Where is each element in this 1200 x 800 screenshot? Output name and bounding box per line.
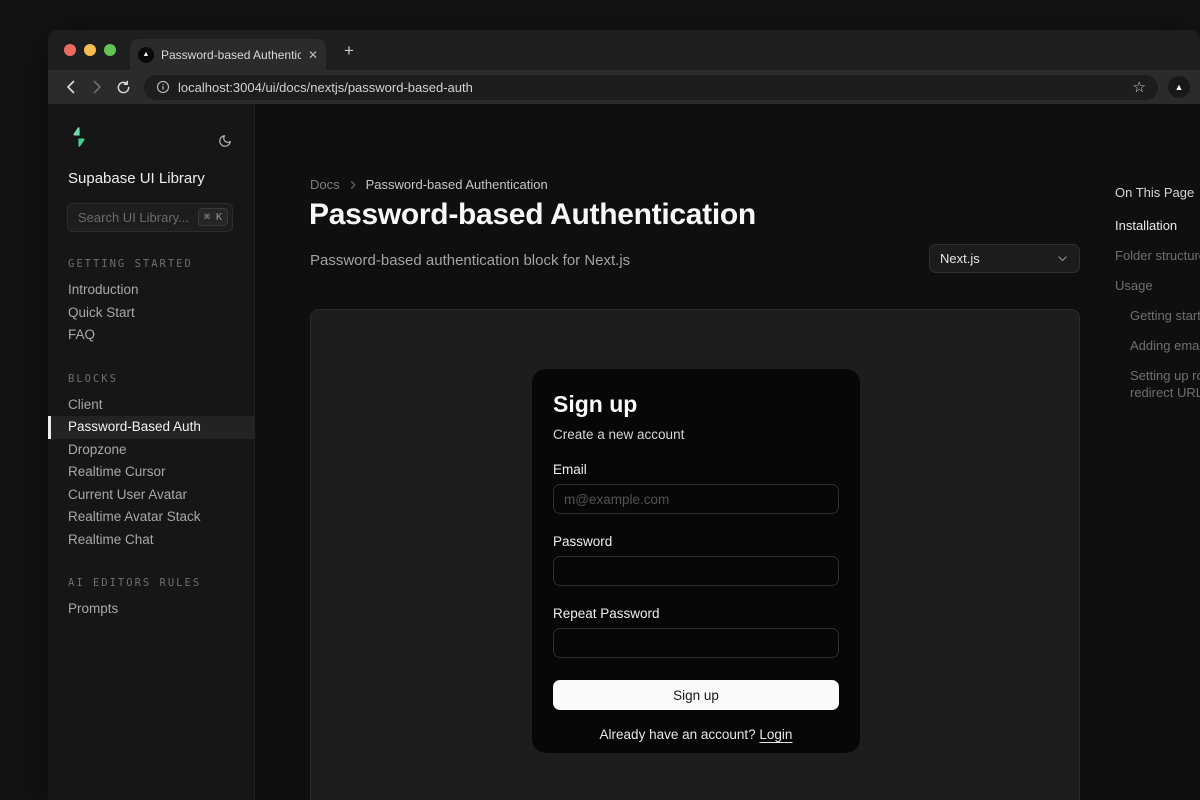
bookmark-star-icon[interactable]: ☆: [1133, 80, 1146, 95]
sidebar-title: Supabase UI Library: [48, 170, 254, 187]
sidebar-item-realtime-avatar-stack[interactable]: Realtime Avatar Stack: [48, 506, 254, 529]
tab-title: Password-based Authentication: [161, 48, 301, 62]
framework-select-value: Next.js: [940, 251, 980, 266]
toc-title: On This Page: [1115, 185, 1200, 200]
supabase-logo-icon[interactable]: [68, 126, 90, 148]
arrow-right-icon: [89, 79, 105, 95]
footer-text: Already have an account?: [600, 727, 760, 742]
nav-section-ai-editors-rules: AI EDITORS RULES Prompts: [48, 577, 254, 621]
nav-section-header: AI EDITORS RULES: [48, 577, 254, 589]
signup-card-footer: Already have an account? Login: [553, 727, 839, 742]
toc-item-folder-structure[interactable]: Folder structure: [1115, 247, 1200, 264]
url-text: localhost:3004/ui/docs/nextjs/password-b…: [178, 80, 1125, 95]
sidebar-item-password-based-auth[interactable]: Password-Based Auth: [48, 416, 254, 439]
signup-card-title: Sign up: [553, 391, 839, 418]
page-title: Password-based Authentication: [309, 198, 756, 232]
sidebar-item-realtime-cursor[interactable]: Realtime Cursor: [48, 461, 254, 484]
url-bar[interactable]: localhost:3004/ui/docs/nextjs/password-b…: [144, 75, 1158, 100]
framework-select[interactable]: Next.js: [929, 244, 1080, 273]
signup-submit-button[interactable]: Sign up: [553, 680, 839, 710]
signup-card-subtitle: Create a new account: [553, 427, 839, 442]
browser-tab[interactable]: ▲ Password-based Authentication ✕: [130, 39, 326, 70]
nav-section-blocks: BLOCKS Client Password-Based Auth Dropzo…: [48, 373, 254, 552]
toc-item-usage[interactable]: Usage: [1115, 277, 1200, 294]
sidebar-item-client[interactable]: Client: [48, 394, 254, 417]
tab-strip: ▲ Password-based Authentication ✕ +: [48, 30, 1200, 70]
toc-item-getting-started[interactable]: Getting started: [1130, 307, 1200, 324]
maximize-window-button[interactable]: [104, 44, 116, 56]
minimize-window-button[interactable]: [84, 44, 96, 56]
reload-button[interactable]: [110, 74, 136, 100]
sidebar-item-dropzone[interactable]: Dropzone: [48, 439, 254, 462]
page-viewport: Supabase UI Library ⌘ K GETTING STARTED …: [48, 104, 1200, 800]
reload-icon: [116, 80, 131, 95]
toc-item-redirect-urls[interactable]: Setting up routes and redirect URLs: [1130, 367, 1200, 401]
page-subtitle: Password-based authentication block for …: [310, 252, 630, 269]
chevron-right-icon: [347, 179, 359, 191]
browser-toolbar: localhost:3004/ui/docs/nextjs/password-b…: [48, 70, 1200, 104]
component-preview-panel: Sign up Create a new account Email Passw…: [310, 309, 1080, 800]
toc-item-installation[interactable]: Installation: [1115, 217, 1200, 234]
theme-toggle-moon-icon[interactable]: [218, 134, 232, 148]
nav-section-header: BLOCKS: [48, 373, 254, 385]
login-link[interactable]: Login: [759, 727, 792, 742]
main-content: Docs Password-based Authentication Passw…: [255, 104, 1200, 800]
forward-button[interactable]: [84, 74, 110, 100]
email-field-group: Email: [553, 462, 839, 514]
password-label: Password: [553, 534, 839, 549]
sidebar-item-prompts[interactable]: Prompts: [48, 598, 254, 621]
breadcrumb: Docs Password-based Authentication: [310, 177, 548, 192]
sidebar-item-realtime-chat[interactable]: Realtime Chat: [48, 529, 254, 552]
back-button[interactable]: [58, 74, 84, 100]
sidebar: Supabase UI Library ⌘ K GETTING STARTED …: [48, 104, 255, 800]
browser-window: ▲ Password-based Authentication ✕ + loca…: [48, 30, 1200, 800]
search-shortcut-badge: ⌘ K: [198, 208, 228, 226]
sidebar-item-introduction[interactable]: Introduction: [48, 279, 254, 302]
sidebar-item-faq[interactable]: FAQ: [48, 324, 254, 347]
password-field-group: Password: [553, 534, 839, 586]
email-input[interactable]: [553, 484, 839, 514]
profile-avatar[interactable]: ▲: [1168, 76, 1190, 98]
chevron-down-icon: [1056, 252, 1069, 265]
repeat-password-field-group: Repeat Password: [553, 606, 839, 658]
repeat-password-label: Repeat Password: [553, 606, 839, 621]
sidebar-item-quick-start[interactable]: Quick Start: [48, 302, 254, 325]
repeat-password-input[interactable]: [553, 628, 839, 658]
on-this-page-nav: On This Page Installation Folder structu…: [1115, 185, 1200, 414]
signup-card: Sign up Create a new account Email Passw…: [532, 369, 860, 753]
new-tab-button[interactable]: +: [344, 42, 354, 59]
nav-section-getting-started: GETTING STARTED Introduction Quick Start…: [48, 258, 254, 347]
search-box: ⌘ K: [67, 203, 234, 232]
arrow-left-icon: [63, 79, 79, 95]
close-window-button[interactable]: [64, 44, 76, 56]
nav-section-header: GETTING STARTED: [48, 258, 254, 270]
password-input[interactable]: [553, 556, 839, 586]
breadcrumb-docs-link[interactable]: Docs: [310, 177, 340, 192]
breadcrumb-current: Password-based Authentication: [366, 177, 548, 192]
tab-close-icon[interactable]: ✕: [308, 49, 318, 61]
email-label: Email: [553, 462, 839, 477]
window-controls: [64, 44, 116, 56]
sidebar-item-current-user-avatar[interactable]: Current User Avatar: [48, 484, 254, 507]
vercel-logo-icon: ▲: [138, 47, 154, 63]
toc-item-adding-email[interactable]: Adding email confirmation: [1130, 337, 1200, 354]
info-icon[interactable]: [156, 80, 170, 94]
